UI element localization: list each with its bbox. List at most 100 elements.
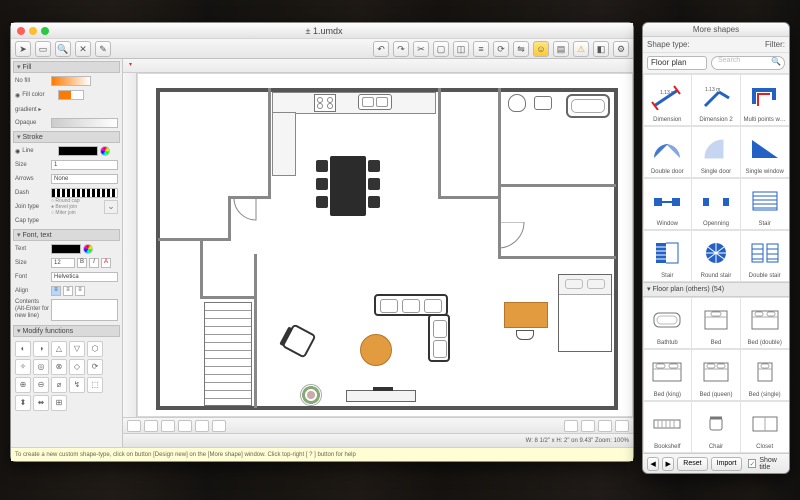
- shape-dim2[interactable]: 1.13 mDimension 2: [691, 74, 741, 126]
- sofa-object[interactable]: [428, 314, 450, 362]
- counter-object[interactable]: [272, 92, 436, 114]
- bt-7[interactable]: [564, 420, 578, 432]
- mod-tool-15[interactable]: ⬚: [87, 377, 103, 393]
- mod-tool-12[interactable]: ⊖: [33, 377, 49, 393]
- mod-tool-16[interactable]: ⬍: [15, 395, 31, 411]
- mod-tool-17[interactable]: ⬌: [33, 395, 49, 411]
- warning-icon[interactable]: ⚠: [573, 41, 589, 57]
- bt-8[interactable]: [581, 420, 595, 432]
- shape-dstair[interactable]: Double stair: [740, 230, 789, 282]
- stroke-color-swatch[interactable]: [58, 146, 98, 156]
- smiley-icon[interactable]: ☺: [533, 41, 549, 57]
- shape-multiw[interactable]: Multi points w…: [740, 74, 789, 126]
- align-left-button[interactable]: ≡: [51, 286, 61, 296]
- next-button[interactable]: ▶: [662, 457, 674, 471]
- font-family-select[interactable]: Helvetica: [51, 272, 118, 282]
- shape-beds[interactable]: Bed (single): [740, 349, 789, 401]
- tool-undo[interactable]: ↶: [373, 41, 389, 57]
- shape-chair[interactable]: Chair: [691, 401, 741, 453]
- shape-swin[interactable]: Single window: [740, 126, 789, 178]
- gradient-label[interactable]: gradient ▸: [15, 106, 49, 113]
- bt-3[interactable]: [161, 420, 175, 432]
- mod-tool-10[interactable]: ⟳: [87, 359, 103, 375]
- shape-closet[interactable]: Closet: [740, 401, 789, 453]
- bathtub-object[interactable]: [566, 94, 610, 118]
- tool-flip[interactable]: ⇋: [513, 41, 529, 57]
- chair-object[interactable]: [368, 196, 380, 208]
- desk-object[interactable]: [504, 302, 548, 328]
- maximize-icon[interactable]: [41, 27, 49, 35]
- fill-section-header[interactable]: Fill: [13, 61, 120, 73]
- align-right-button[interactable]: ≡: [75, 286, 85, 296]
- font-size-input[interactable]: 12: [51, 258, 75, 268]
- bt-4[interactable]: [178, 420, 192, 432]
- shape-bedq[interactable]: Bed (queen): [691, 349, 741, 401]
- tool-cursor[interactable]: ➤: [15, 41, 31, 57]
- shape-opening[interactable]: Openning: [691, 178, 741, 230]
- stove-object[interactable]: [314, 94, 336, 112]
- mod-tool-3[interactable]: △: [51, 341, 67, 357]
- shape-bath[interactable]: Bathtub: [643, 297, 692, 349]
- coffee-table[interactable]: [360, 334, 392, 366]
- minimize-icon[interactable]: [29, 27, 37, 35]
- rug-object[interactable]: [300, 384, 322, 406]
- colorwheel-icon[interactable]: [100, 146, 110, 156]
- fill-gradient-swatch[interactable]: [51, 76, 91, 86]
- import-button[interactable]: Import: [711, 457, 743, 471]
- bt-1[interactable]: [127, 420, 141, 432]
- chair-object[interactable]: [368, 160, 380, 172]
- prev-button[interactable]: ◀: [647, 457, 659, 471]
- mod-tool-18[interactable]: ⊞: [51, 395, 67, 411]
- counter-object[interactable]: [272, 112, 296, 176]
- text-color-swatch[interactable]: [51, 244, 81, 254]
- shape-shelf[interactable]: Bookshelf: [643, 401, 692, 453]
- mod-tool-2[interactable]: ◑: [33, 341, 49, 357]
- chair-object[interactable]: [316, 160, 328, 172]
- drawing-canvas[interactable]: [137, 73, 633, 417]
- align-center-button[interactable]: ≡: [63, 286, 73, 296]
- shape-bed2[interactable]: Bed (double): [740, 297, 789, 349]
- basin-object[interactable]: [534, 96, 552, 110]
- chair-object[interactable]: [368, 178, 380, 190]
- shape-rstair[interactable]: Round stair: [691, 230, 741, 282]
- shape-bedk[interactable]: Bed (king): [643, 349, 692, 401]
- tool-select[interactable]: ▭: [35, 41, 51, 57]
- text-contents-input[interactable]: [51, 299, 118, 321]
- tool-rect[interactable]: ▢: [433, 41, 449, 57]
- tool-group[interactable]: ◫: [453, 41, 469, 57]
- tool-redo[interactable]: ↷: [393, 41, 409, 57]
- sofa-object[interactable]: [374, 294, 448, 316]
- stroke-section-header[interactable]: Stroke: [13, 131, 120, 143]
- mod-tool-1[interactable]: ◐: [15, 341, 31, 357]
- colorwheel-icon[interactable]: [83, 244, 93, 254]
- shape-sdoor[interactable]: Single door: [691, 126, 741, 178]
- shape-dim[interactable]: 1.13 mDimension: [643, 74, 692, 126]
- tool-shape[interactable]: ◧: [593, 41, 609, 57]
- chair-object[interactable]: [316, 178, 328, 190]
- mod-tool-13[interactable]: ⌀: [51, 377, 67, 393]
- tv-console[interactable]: [346, 390, 416, 402]
- armchair-object[interactable]: [281, 323, 316, 358]
- bt-10[interactable]: [615, 420, 629, 432]
- showtitle-checkbox[interactable]: ✓: [748, 459, 756, 468]
- mod-tool-6[interactable]: ✧: [15, 359, 31, 375]
- tool-cut[interactable]: ✂: [413, 41, 429, 57]
- font-section-header[interactable]: Font, text: [13, 229, 120, 241]
- section-others-header[interactable]: ▾ Floor plan (others) (54): [643, 282, 789, 297]
- mod-tool-7[interactable]: ◎: [33, 359, 49, 375]
- mod-tool-4[interactable]: ▽: [69, 341, 85, 357]
- chevron-down-icon[interactable]: ⌄: [104, 200, 118, 214]
- mod-tool-8[interactable]: ⊗: [51, 359, 67, 375]
- toilet-object[interactable]: [508, 94, 526, 112]
- italic-button[interactable]: I: [89, 258, 99, 268]
- bt-9[interactable]: [598, 420, 612, 432]
- bt-5[interactable]: [195, 420, 209, 432]
- reset-button[interactable]: Reset: [677, 457, 707, 471]
- tool-picker[interactable]: ✎: [95, 41, 111, 57]
- mod-tool-5[interactable]: ⬡: [87, 341, 103, 357]
- tool-zoom[interactable]: 🔍: [55, 41, 71, 57]
- fill-color-swatch[interactable]: [58, 90, 84, 100]
- color-button[interactable]: A: [101, 258, 111, 268]
- search-input[interactable]: Search: [711, 56, 785, 70]
- bt-6[interactable]: [212, 420, 226, 432]
